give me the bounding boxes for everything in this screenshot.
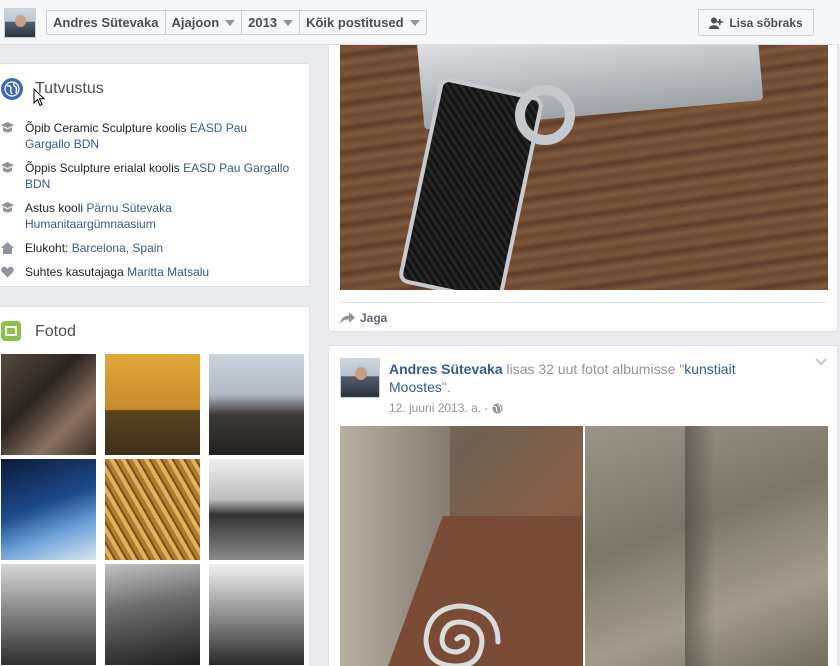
share-icon: [340, 312, 355, 324]
intro-item-study: Õpib Ceramic Sculpture koolis EASD Pau G…: [1, 120, 291, 152]
school-icon: [1, 162, 14, 173]
school-icon: [1, 122, 14, 133]
author-avatar[interactable]: [340, 358, 380, 398]
post-timestamp: 12. juuni 2013. a. ·: [389, 401, 503, 415]
post-photo[interactable]: [340, 45, 828, 290]
partner-link[interactable]: Maritta Matsalu: [127, 265, 209, 279]
photo-thumbnail[interactable]: [209, 354, 304, 455]
intro-title: Tutvustus: [35, 80, 104, 97]
chevron-down-icon: [225, 19, 236, 26]
add-friend-button[interactable]: Lisa sõbraks: [698, 9, 814, 36]
crumb-timeline[interactable]: Ajajoon: [166, 11, 243, 34]
chevron-down-icon: [283, 19, 294, 26]
profile-avatar-small[interactable]: [4, 8, 36, 38]
divider: [340, 302, 828, 303]
album-photo[interactable]: [585, 426, 828, 666]
intro-item-high-school: Astus kooli Pärnu Sütevaka Humanitaargüm…: [1, 200, 291, 232]
timeline-header-bar: Andres Sütevaka Ajajoon 2013 Kõik postit…: [0, 0, 840, 45]
photo-thumbnail[interactable]: [1, 459, 96, 560]
photo-thumbnail[interactable]: [105, 354, 200, 455]
post-header: Andres Sütevaka lisas 32 uut fotot album…: [389, 361, 736, 395]
intro-card: Tutvustus Õpib Ceramic Sculpture koolis …: [0, 63, 310, 287]
intro-item-studied: Õppis Sculpture erialal koolis EASD Pau …: [1, 160, 291, 192]
chevron-down-icon[interactable]: [815, 358, 827, 366]
mouse-cursor-icon: [33, 88, 45, 107]
photos-icon: [1, 321, 21, 341]
photos-card: Fotod: [0, 306, 310, 666]
city-link[interactable]: Barcelona, Spain: [72, 241, 163, 255]
crumb-all-posts[interactable]: Kõik postitused: [300, 11, 426, 34]
photo-thumbnail[interactable]: [1, 354, 96, 455]
photo-thumbnail[interactable]: [105, 564, 200, 665]
photo-thumbnail[interactable]: [209, 459, 304, 560]
share-button[interactable]: Jaga: [340, 311, 387, 325]
author-link[interactable]: Andres Sütevaka: [389, 361, 503, 377]
spiral-shape: [423, 603, 501, 666]
crumb-profile-name[interactable]: Andres Sütevaka: [47, 11, 166, 34]
intro-item-residence: Elukoht: Barcelona, Spain: [1, 240, 291, 256]
intro-item-relationship: Suhtes kasutajaga Maritta Matsalu: [1, 264, 291, 280]
album-photo[interactable]: [340, 426, 583, 666]
photo-thumbnail[interactable]: [209, 564, 304, 665]
home-icon: [1, 242, 14, 254]
chevron-down-icon: [409, 19, 420, 26]
school-icon: [1, 202, 14, 213]
photo-thumbnail[interactable]: [105, 459, 200, 560]
heart-icon: [1, 266, 14, 278]
timeline-navigation: Andres Sütevaka Ajajoon 2013 Kõik postit…: [46, 10, 427, 35]
photos-title: Fotod: [35, 323, 76, 340]
timeline-post: Jaga: [328, 45, 838, 332]
globe-icon: [1, 78, 23, 100]
post-date[interactable]: 12. juuni 2013. a. ·: [389, 401, 488, 415]
photo-thumbnail[interactable]: [1, 564, 96, 665]
crumb-year[interactable]: 2013: [242, 11, 301, 34]
add-friend-icon: [709, 17, 724, 29]
intro-list: Õpib Ceramic Sculpture koolis EASD Pau G…: [1, 120, 291, 288]
globe-icon: [492, 403, 503, 413]
timeline-post: Andres Sütevaka lisas 32 uut fotot album…: [328, 345, 838, 666]
